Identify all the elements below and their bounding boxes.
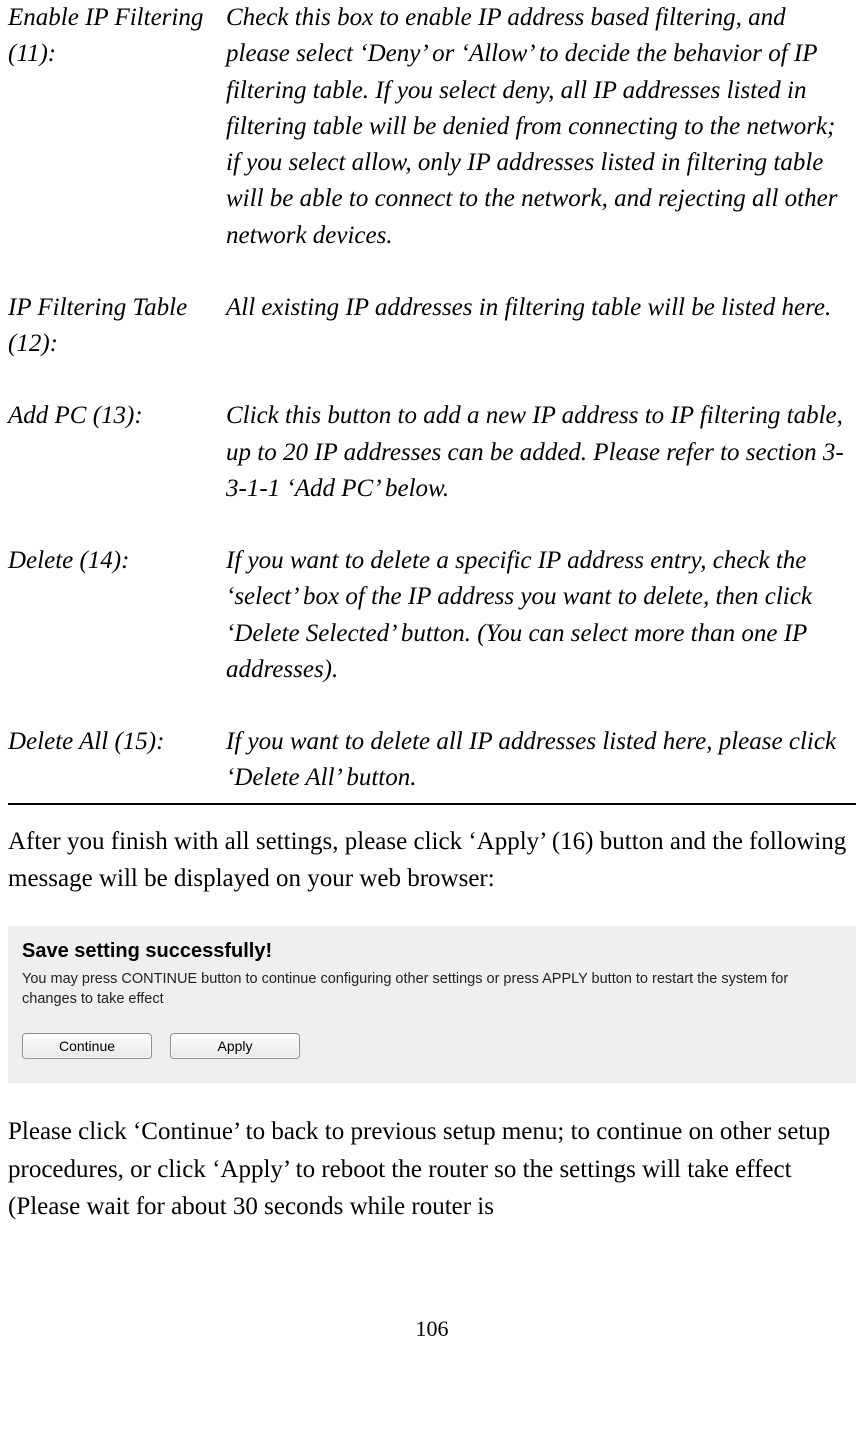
save-title: Save setting successfully! xyxy=(22,940,842,963)
def-delete: Delete (14): If you want to delete a spe… xyxy=(8,543,856,688)
page-container: Enable IP Filtering (11): Check this box… xyxy=(0,0,864,1342)
save-buttons-row: Continue Apply xyxy=(22,1033,842,1059)
def-label-delete: Delete (14): xyxy=(8,543,226,579)
def-label-add-pc: Add PC (13): xyxy=(8,398,226,434)
divider-line xyxy=(8,803,856,805)
save-message: You may press CONTINUE button to continu… xyxy=(22,969,842,1010)
after-table-paragraph: After you finish with all settings, plea… xyxy=(8,823,856,898)
apply-button[interactable]: Apply xyxy=(170,1033,300,1059)
bottom-paragraph: Please click ‘Continue’ to back to previ… xyxy=(8,1113,856,1226)
def-label-ip-filtering-table: IP Filtering Table (12): xyxy=(8,290,226,363)
def-delete-all: Delete All (15): If you want to delete a… xyxy=(8,724,856,797)
def-desc-delete-all: If you want to delete all IP addresses l… xyxy=(226,724,856,797)
page-number: 106 xyxy=(8,1316,856,1342)
def-desc-ip-filtering-table: All existing IP addresses in filtering t… xyxy=(226,290,856,326)
def-label-delete-all: Delete All (15): xyxy=(8,724,226,760)
definitions-block: Enable IP Filtering (11): Check this box… xyxy=(8,0,856,797)
save-setting-screenshot: Save setting successfully! You may press… xyxy=(8,926,856,1084)
continue-button[interactable]: Continue xyxy=(22,1033,152,1059)
def-ip-filtering-table: IP Filtering Table (12): All existing IP… xyxy=(8,290,856,363)
def-desc-enable-ip: Check this box to enable IP address base… xyxy=(226,0,856,254)
def-enable-ip: Enable IP Filtering (11): Check this box… xyxy=(8,0,856,254)
def-desc-add-pc: Click this button to add a new IP addres… xyxy=(226,398,856,507)
def-label-enable-ip: Enable IP Filtering (11): xyxy=(8,0,226,73)
def-add-pc: Add PC (13): Click this button to add a … xyxy=(8,398,856,507)
def-desc-delete: If you want to delete a specific IP addr… xyxy=(226,543,856,688)
